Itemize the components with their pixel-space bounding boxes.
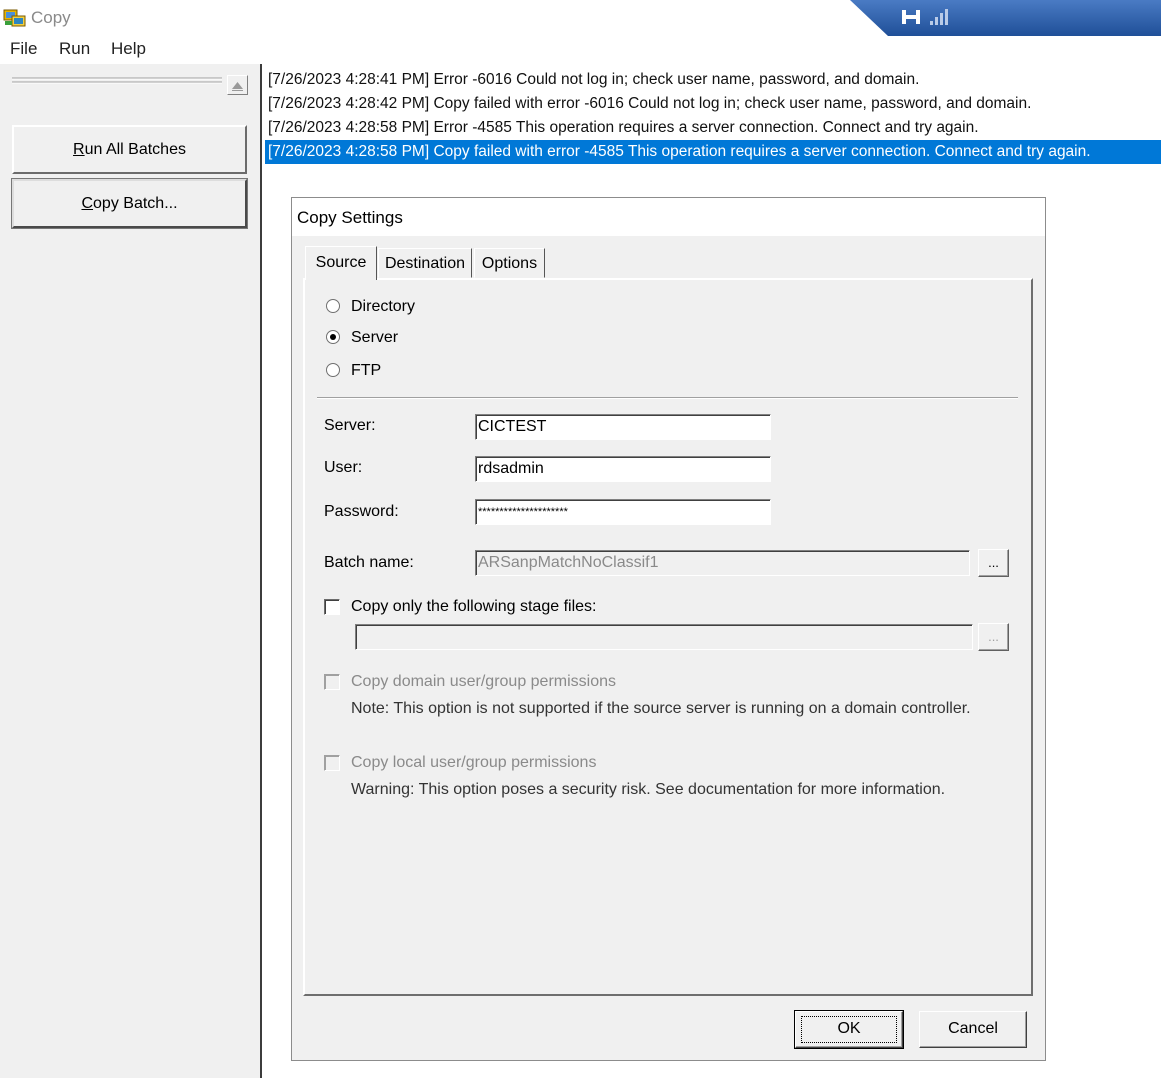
domain-permissions-checkbox bbox=[324, 674, 340, 690]
local-permissions-checkbox bbox=[324, 755, 340, 771]
window-title: Copy bbox=[31, 8, 71, 27]
log-line[interactable]: [7/26/2023 4:28:58 PM] Error -4585 This … bbox=[265, 116, 1161, 140]
log-line[interactable]: [7/26/2023 4:28:42 PM] Copy failed with … bbox=[265, 92, 1161, 116]
menu-help[interactable]: Help bbox=[111, 39, 146, 59]
separator bbox=[317, 397, 1018, 399]
user-label: User: bbox=[324, 459, 363, 476]
grip-handle-icon[interactable] bbox=[12, 76, 222, 86]
tab-destination[interactable]: Destination bbox=[378, 248, 472, 278]
radio-server[interactable] bbox=[326, 330, 340, 344]
pane-splitter[interactable] bbox=[260, 64, 262, 1078]
local-permissions-warning: Warning: This option poses a security ri… bbox=[351, 781, 946, 798]
radio-ftp[interactable] bbox=[326, 363, 340, 377]
radio-ftp-label[interactable]: FTP bbox=[351, 362, 381, 380]
radio-server-label[interactable]: Server bbox=[351, 329, 398, 347]
stage-files-label[interactable]: Copy only the following stage files: bbox=[351, 598, 596, 616]
tab-source[interactable]: Source bbox=[305, 246, 377, 280]
connection-status-icon bbox=[850, 0, 1161, 36]
menu-file[interactable]: File bbox=[10, 39, 37, 59]
log-line-selected[interactable]: [7/26/2023 4:28:58 PM] Copy failed with … bbox=[265, 140, 1161, 164]
batch-name-input: ARSanpMatchNoClassif1 bbox=[475, 550, 970, 576]
radio-directory[interactable] bbox=[326, 299, 340, 313]
mnemonic: C bbox=[81, 195, 94, 212]
log-line[interactable]: [7/26/2023 4:28:41 PM] Error -6016 Could… bbox=[265, 68, 1161, 92]
domain-permissions-note: Note: This option is not supported if th… bbox=[351, 700, 971, 717]
stage-files-checkbox[interactable] bbox=[324, 599, 340, 615]
user-input[interactable]: rdsadmin bbox=[475, 456, 771, 482]
stage-files-browse-button: ... bbox=[978, 623, 1009, 651]
dialog-title: Copy Settings bbox=[297, 208, 403, 227]
run-all-batches-button[interactable]: Run All Batches bbox=[12, 125, 247, 174]
password-input[interactable]: ********************* bbox=[475, 499, 771, 525]
tab-options[interactable]: Options bbox=[474, 248, 545, 278]
menu-run[interactable]: Run bbox=[59, 39, 90, 59]
collapse-button[interactable] bbox=[227, 75, 248, 95]
radio-directory-label[interactable]: Directory bbox=[351, 298, 415, 316]
local-permissions-label: Copy local user/group permissions bbox=[351, 754, 597, 771]
dialog-title-bar bbox=[292, 198, 1045, 236]
ok-button[interactable]: OK bbox=[794, 1010, 904, 1049]
domain-permissions-label: Copy domain user/group permissions bbox=[351, 673, 617, 690]
copy-batch-button[interactable]: Copy Batch... bbox=[11, 178, 248, 229]
button-label: opy Batch... bbox=[93, 195, 178, 212]
button-label: un All Batches bbox=[84, 141, 186, 158]
server-label: Server: bbox=[324, 417, 376, 434]
password-label: Password: bbox=[324, 503, 399, 520]
collapse-up-icon bbox=[232, 82, 243, 91]
copy-app-icon bbox=[3, 9, 26, 27]
batch-browse-button[interactable]: ... bbox=[978, 549, 1009, 577]
mnemonic: R bbox=[73, 141, 85, 158]
cancel-button[interactable]: Cancel bbox=[919, 1011, 1027, 1048]
stage-files-input bbox=[355, 624, 973, 650]
server-input[interactable]: CICTEST bbox=[475, 414, 771, 440]
batch-name-label: Batch name: bbox=[324, 554, 414, 571]
focus-rect bbox=[801, 1016, 897, 1043]
radio-selected-dot bbox=[330, 334, 336, 340]
